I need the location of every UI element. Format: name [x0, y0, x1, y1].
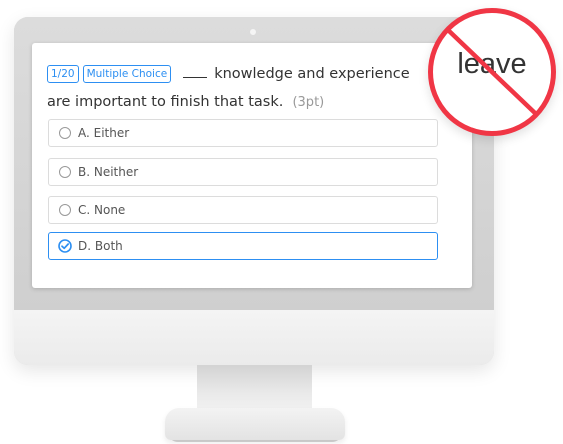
prohibition-stamp: leave	[428, 8, 556, 136]
progress-badge: 1/20	[47, 65, 79, 83]
option-label: A. Either	[78, 126, 130, 140]
question-text-line1: knowledge and experience	[214, 66, 410, 82]
illustration: 1/20 Multiple Choice knowledge and exper…	[0, 0, 563, 444]
question-type-badge: Multiple Choice	[82, 65, 172, 83]
radio-checked-icon[interactable]	[58, 239, 72, 253]
prohibition-slash-icon	[445, 27, 539, 117]
monitor-foot	[165, 408, 345, 440]
monitor-chin	[14, 310, 494, 365]
question-card: 1/20 Multiple Choice knowledge and exper…	[32, 43, 472, 288]
camera-icon	[250, 29, 256, 35]
question-line2: are important to finish that task. (3pt)	[47, 91, 324, 110]
monitor-neck	[197, 365, 312, 413]
option-label: C. None	[78, 203, 126, 217]
question-points: (3pt)	[292, 95, 325, 110]
option-label: B. Neither	[78, 165, 139, 179]
question-header: 1/20 Multiple Choice knowledge and exper…	[47, 63, 410, 85]
radio-unchecked-icon[interactable]	[59, 127, 71, 139]
option-label: D. Both	[78, 239, 123, 253]
radio-unchecked-icon[interactable]	[59, 166, 71, 178]
option-c[interactable]: C. None	[48, 196, 438, 224]
radio-unchecked-icon[interactable]	[59, 204, 71, 216]
option-a[interactable]: A. Either	[48, 119, 438, 147]
question-text-line2: are important to finish that task.	[47, 94, 284, 110]
option-d[interactable]: D. Both	[48, 232, 438, 260]
option-b[interactable]: B. Neither	[48, 158, 438, 186]
answer-blank	[183, 76, 208, 78]
